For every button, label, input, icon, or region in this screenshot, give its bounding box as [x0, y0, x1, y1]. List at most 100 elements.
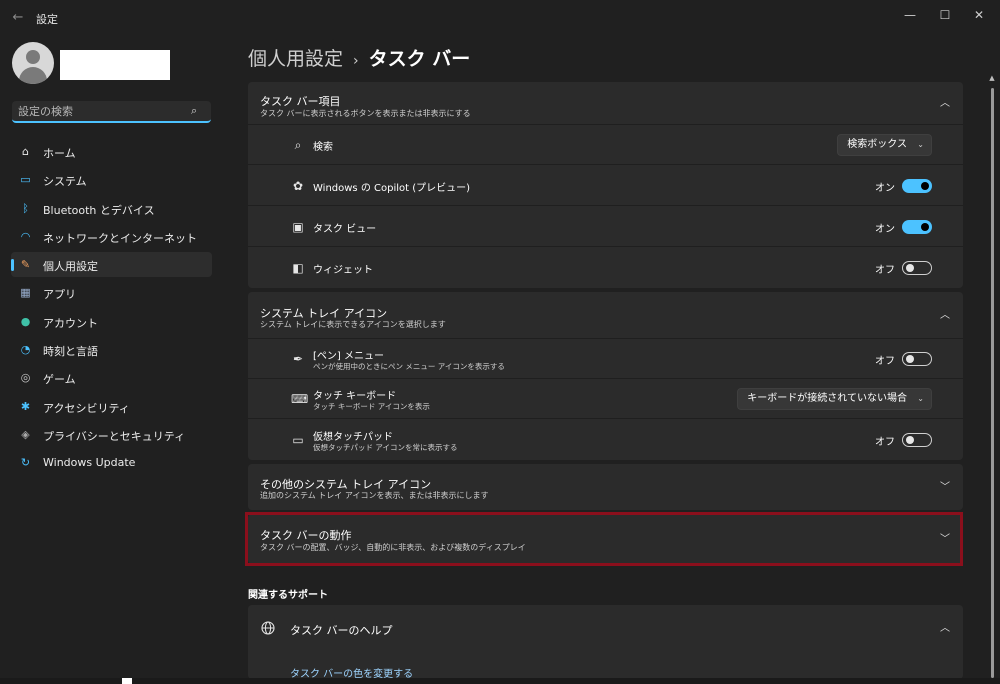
- home-icon: ⌂: [22, 145, 29, 158]
- chevron-down-icon[interactable]: ﹀: [939, 534, 951, 546]
- back-arrow-icon[interactable]: ←: [10, 10, 26, 26]
- toggle-state-label: オン: [875, 182, 895, 194]
- pen-icon: ✒: [292, 352, 304, 366]
- search-dropdown[interactable]: 検索ボックス ⌄: [837, 134, 932, 156]
- sidebar-item-update[interactable]: ↻ Windows Update: [11, 450, 212, 475]
- setting-label: Windows の Copilot (プレビュー): [313, 182, 471, 194]
- globe-icon: [261, 621, 275, 635]
- sidebar-item-shield[interactable]: ◈ プライバシーとセキュリティ: [11, 422, 212, 447]
- sidebar-item-brush[interactable]: ✎ 個人用設定: [11, 252, 212, 278]
- scrollbar[interactable]: ▲: [988, 74, 996, 679]
- keyboard-icon: ⌨: [291, 392, 309, 406]
- sidebar-item-bluetooth[interactable]: ᛒ Bluetooth とデバイス: [11, 196, 212, 221]
- scroll-up-icon[interactable]: ▲: [988, 74, 996, 82]
- search-icon: ⌕: [294, 138, 302, 152]
- app-title: 設定: [36, 13, 58, 26]
- chevron-up-icon[interactable]: ︿: [939, 98, 951, 110]
- page-title: タスク バー: [368, 48, 471, 70]
- sidebar-item-gamepad[interactable]: ◎ ゲーム: [11, 365, 212, 390]
- sidebar-item-label: プライバシーとセキュリティ: [43, 429, 186, 443]
- search-icon[interactable]: ⌕: [191, 104, 205, 118]
- taskbar-behaviors-title: タスク バーの動作: [260, 529, 352, 542]
- chevron-up-icon[interactable]: ︿: [939, 310, 951, 322]
- task-view-toggle[interactable]: [902, 219, 932, 234]
- sidebar-item-label: システム: [43, 175, 87, 189]
- widgets-toggle[interactable]: [902, 261, 932, 275]
- title-bar: ← 設定 — ☐ ✕: [0, 0, 1000, 36]
- sidebar-item-account[interactable]: ● アカウント: [11, 309, 212, 334]
- sidebar-item-label: ネットワークとインターネット: [43, 231, 197, 245]
- taskbar-behaviors-subtitle: タスク バーの配置、バッジ、自動的に非表示、および複数のディスプレイ: [260, 543, 526, 552]
- setting-label: [ペン] メニュー: [313, 351, 384, 362]
- settings-search[interactable]: ⌕: [12, 101, 211, 123]
- setting-label: 検索: [313, 142, 333, 153]
- maximize-button[interactable]: ☐: [928, 4, 962, 26]
- copilot-toggle[interactable]: [902, 178, 932, 193]
- accessibility-icon: ✱: [20, 399, 31, 413]
- touchpad-toggle[interactable]: [902, 433, 932, 447]
- close-button[interactable]: ✕: [962, 4, 996, 26]
- sidebar-item-globe-clock[interactable]: ◔ 時刻と言語: [11, 337, 212, 362]
- chevron-down-icon[interactable]: ﹀: [939, 482, 951, 494]
- system-tray-subtitle: システム トレイに表示できるアイコンを選択します: [260, 320, 446, 329]
- sidebar-item-label: アプリ: [43, 288, 76, 302]
- sidebar-item-label: 時刻と言語: [43, 345, 98, 359]
- chevron-up-icon[interactable]: ︿: [939, 623, 951, 635]
- sidebar-item-monitor[interactable]: ▭ システム: [11, 167, 212, 192]
- sidebar-nav: ⌂ ホーム ▭ システム ᛒ Bluetooth とデバイス ◠ ネットワークとインターネット…: [11, 139, 212, 479]
- selection-indicator: [11, 259, 14, 272]
- taskbar-items-title: タスク バー項目: [260, 95, 341, 108]
- update-icon: ↻: [20, 456, 31, 470]
- brush-icon: ✎: [20, 258, 31, 272]
- chevron-down-icon: ⌄: [917, 394, 924, 403]
- setting-label: タッチ キーボード: [313, 391, 397, 402]
- setting-row-touchpad: ▭ 仮想タッチパッド 仮想タッチパッド アイコンを常に表示する オフ: [248, 418, 963, 461]
- other-tray-card[interactable]: その他のシステム トレイ アイコン 追加のシステム トレイ アイコンを表示、また…: [248, 464, 963, 510]
- wifi-icon: ◠: [20, 229, 31, 243]
- setting-label: タスク ビュー: [313, 223, 377, 235]
- task-view-icon: ▣: [292, 219, 304, 234]
- user-name-redacted: [60, 50, 170, 80]
- toggle-state-label: オフ: [875, 265, 895, 276]
- avatar-body-icon: [19, 67, 47, 84]
- toggle-knob: [906, 355, 914, 363]
- monitor-icon: ▭: [20, 173, 31, 187]
- taskbar-items-subtitle: タスク バーに表示されるボタンを表示または非表示にする: [260, 109, 471, 118]
- minimize-button[interactable]: —: [893, 4, 927, 26]
- breadcrumb-parent[interactable]: 個人用設定: [248, 48, 343, 70]
- setting-row-pen: ✒ [ペン] メニュー ペンが使用中のときにペン メニュー アイコンを表示する オフ: [248, 338, 963, 379]
- avatar: [12, 42, 54, 84]
- breadcrumb-separator-icon: ›: [353, 53, 359, 69]
- toggle-knob: [906, 436, 914, 444]
- sidebar-item-wifi[interactable]: ◠ ネットワークとインターネット: [11, 224, 212, 249]
- other-tray-subtitle: 追加のシステム トレイ アイコンを表示、または非表示にします: [260, 491, 489, 500]
- copilot-icon: ✿: [292, 178, 304, 193]
- setting-row-task-view: ▣ タスク ビュー オン: [248, 205, 963, 247]
- search-input[interactable]: [18, 103, 188, 119]
- taskbar-behaviors-card[interactable]: タスク バーの動作 タスク バーの配置、バッジ、自動的に非表示、および複数のディ…: [248, 514, 963, 564]
- scroll-thumb[interactable]: [991, 88, 994, 678]
- taskbar-items-card: タスク バー項目 タスク バーに表示されるボタンを表示または非表示にする ︿ ⌕…: [248, 82, 963, 288]
- avatar-head-icon: [26, 50, 40, 64]
- setting-label: ウィジェット: [313, 265, 373, 276]
- setting-description: 仮想タッチパッド アイコンを常に表示する: [313, 443, 458, 452]
- globe-clock-icon: ◔: [20, 343, 31, 357]
- toggle-state-label: オフ: [875, 437, 895, 448]
- bottom-marker: [122, 678, 132, 684]
- setting-row-copilot: ✿ Windows の Copilot (プレビュー) オン: [248, 164, 963, 206]
- system-tray-card: システム トレイ アイコン システム トレイに表示できるアイコンを選択します ︿…: [248, 292, 963, 460]
- sidebar-item-label: ホーム: [43, 147, 76, 160]
- sidebar-item-apps[interactable]: ▦ アプリ: [11, 280, 212, 305]
- widgets-icon: ◧: [292, 261, 304, 275]
- taskbar-help-title: タスク バーのヘルプ: [290, 624, 393, 637]
- sidebar-item-home[interactable]: ⌂ ホーム: [11, 139, 212, 164]
- sidebar-item-label: 個人用設定: [43, 260, 98, 274]
- setting-row-search: ⌕ 検索 検索ボックス ⌄: [248, 124, 963, 165]
- touchpad-icon: ▭: [292, 433, 304, 447]
- sidebar-item-label: ゲーム: [43, 373, 76, 387]
- toggle-knob: [921, 181, 929, 190]
- sidebar-item-accessibility[interactable]: ✱ アクセシビリティ: [11, 394, 212, 419]
- pen-toggle[interactable]: [902, 352, 932, 366]
- keyboard-dropdown[interactable]: キーボードが接続されていない場合 ⌄: [737, 388, 932, 410]
- gamepad-icon: ◎: [20, 371, 31, 385]
